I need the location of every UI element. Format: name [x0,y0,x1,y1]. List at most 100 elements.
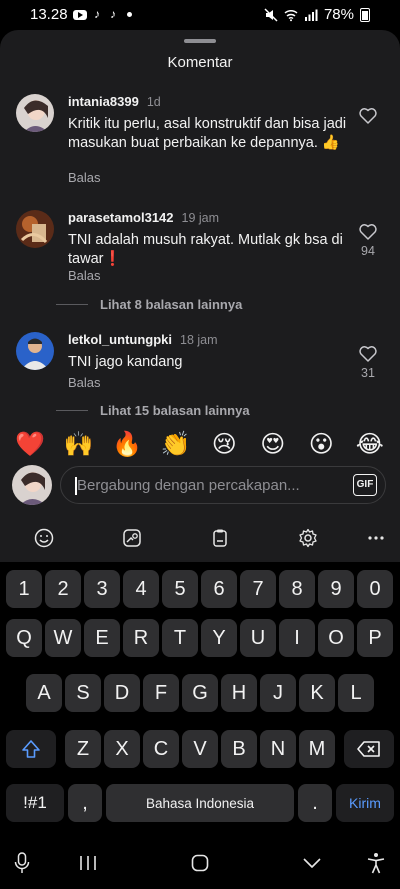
key-j[interactable]: J [260,674,296,712]
comment-username[interactable]: letkol_untungpki [68,332,172,347]
comment-composer: Bergabung dengan percakapan... GIF [0,462,400,510]
like-button[interactable] [356,108,380,128]
status-time: 13.28 [30,6,68,23]
clipboard-button[interactable] [206,524,234,552]
comment-timestamp: 18 jam [180,333,218,347]
battery-icon [360,7,370,22]
emoji-heart-button[interactable]: ❤️ [13,430,47,458]
key-k[interactable]: K [299,674,335,712]
sticker-button[interactable] [118,524,146,552]
avatar[interactable] [16,332,54,370]
symbols-key[interactable]: !#1 [6,784,64,822]
key-n[interactable]: N [260,730,296,768]
image-search-icon [123,529,141,547]
key-x[interactable]: X [104,730,140,768]
period-key[interactable]: . [298,784,332,822]
hide-keyboard-button[interactable] [298,851,326,875]
comment-input[interactable]: Bergabung dengan percakapan... GIF [60,466,386,504]
key-r[interactable]: R [123,619,159,657]
comment-username[interactable]: parasetamol3142 [68,210,174,225]
key-v[interactable]: V [182,730,218,768]
tiktok-icon: ♪ [94,7,100,21]
backspace-key[interactable] [344,730,394,768]
recent-apps-icon [80,856,96,870]
keyboard: 1 2 3 4 5 6 7 8 9 0 Q W E R T Y U I O P … [0,562,400,837]
key-z[interactable]: Z [65,730,101,768]
view-more-replies[interactable]: Lihat 8 balasan lainnya [56,297,242,312]
reply-button[interactable]: Balas [68,170,101,185]
key-4[interactable]: 4 [123,570,159,608]
gear-icon [299,528,317,548]
key-m[interactable]: M [299,730,335,768]
comments-sheet: Komentar intania8399 1d Kritik itu perlu… [0,30,400,562]
key-t[interactable]: T [162,619,198,657]
emoji-laughing-button[interactable]: 😂 [353,430,387,458]
key-y[interactable]: Y [201,619,237,657]
emoji-clap-button[interactable]: 👏 [159,430,193,458]
gif-button[interactable]: GIF [353,474,377,496]
key-w[interactable]: W [45,619,81,657]
key-o[interactable]: O [318,619,354,657]
key-c[interactable]: C [143,730,179,768]
key-q[interactable]: Q [6,619,42,657]
key-6[interactable]: 6 [201,570,237,608]
emoji-fire-button[interactable]: 🔥 [110,430,144,458]
home-button[interactable] [186,851,214,875]
space-key[interactable]: Bahasa Indonesia [106,784,294,822]
key-i[interactable]: I [279,619,315,657]
recent-apps-button[interactable] [74,851,102,875]
view-more-replies-label: Lihat 8 balasan lainnya [100,297,243,312]
home-icon [191,854,209,872]
reply-button[interactable]: Balas [68,375,101,390]
more-options-button[interactable] [362,524,390,552]
key-h[interactable]: H [221,674,257,712]
emoji-raised-hands-button[interactable]: 🙌 [62,430,96,458]
avatar[interactable] [16,210,54,248]
comment-username[interactable]: intania8399 [68,94,139,109]
key-u[interactable]: U [240,619,276,657]
key-b[interactable]: B [221,730,257,768]
key-2[interactable]: 2 [45,570,81,608]
comment-text: TNI jago kandang [68,354,183,370]
view-more-replies[interactable]: Lihat 15 balasan lainnya [56,403,250,418]
comment-input-placeholder: Bergabung dengan percakapan... [77,477,300,494]
status-bar: 13.28 ♪ ♪ 78% [0,0,400,30]
key-d[interactable]: D [104,674,140,712]
emoji-surprised-button[interactable]: 😮 [304,430,338,458]
emoji-keyboard-button[interactable] [30,524,58,552]
key-a[interactable]: A [26,674,62,712]
key-e[interactable]: E [84,619,120,657]
key-g[interactable]: G [182,674,218,712]
comma-key[interactable]: , [68,784,102,822]
key-p[interactable]: P [357,619,393,657]
voice-input-button[interactable] [8,851,36,875]
comment-timestamp: 1d [146,95,161,109]
key-5[interactable]: 5 [162,570,198,608]
chevron-down-icon [303,858,321,868]
send-key[interactable]: Kirim [336,784,394,822]
key-8[interactable]: 8 [279,570,315,608]
key-f[interactable]: F [143,674,179,712]
reply-button[interactable]: Balas [68,268,101,283]
accessibility-button[interactable] [362,851,390,875]
shift-key[interactable] [6,730,56,768]
key-7[interactable]: 7 [240,570,276,608]
key-9[interactable]: 9 [318,570,354,608]
comment-timestamp: 19 jam [181,211,220,225]
like-button[interactable]: 31 [356,346,380,380]
key-3[interactable]: 3 [84,570,120,608]
more-notifications-icon [127,12,132,17]
emoji-heart-eyes-button[interactable]: 😍 [256,430,290,458]
sheet-drag-handle[interactable] [184,39,216,43]
key-l[interactable]: L [338,674,374,712]
clipboard-icon [213,529,227,547]
keyboard-settings-button[interactable] [294,524,322,552]
key-s[interactable]: S [65,674,101,712]
smiley-icon [34,528,54,548]
emoji-crying-button[interactable]: 😢 [207,430,241,458]
backspace-icon [357,741,380,757]
key-0[interactable]: 0 [357,570,393,608]
avatar[interactable] [16,94,54,132]
key-1[interactable]: 1 [6,570,42,608]
like-button[interactable]: 94 [356,224,380,258]
